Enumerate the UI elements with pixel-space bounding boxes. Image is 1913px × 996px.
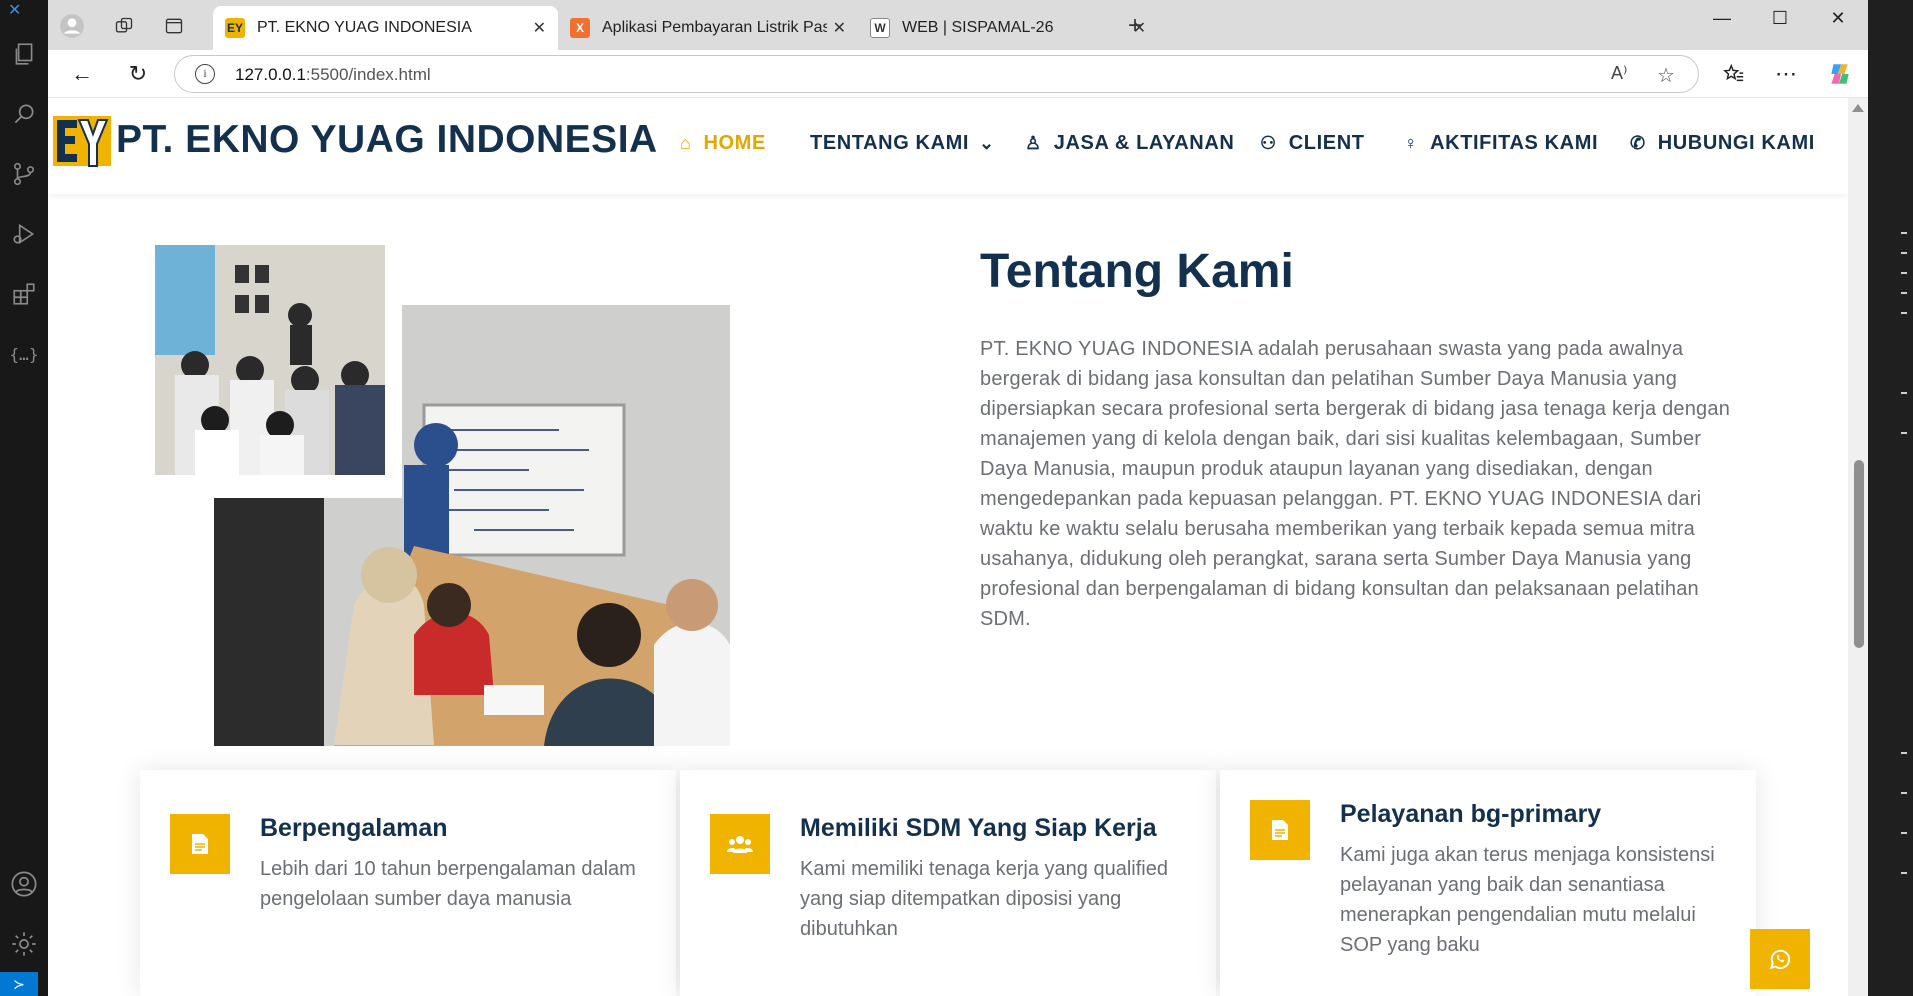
source-control-icon[interactable] xyxy=(8,158,40,190)
tab-title: WEB | SISPAMAL-26 xyxy=(902,19,1054,36)
site-info-icon[interactable]: i xyxy=(195,64,215,84)
browser-toolbar: ← ↻ i 127.0.0.1:5500/index.html A⁾ ☆ ⋯ xyxy=(48,50,1868,98)
new-tab-button[interactable]: + xyxy=(1128,12,1142,40)
more-options-icon[interactable]: ⋯ xyxy=(1770,58,1802,90)
address-bar[interactable]: i 127.0.0.1:5500/index.html A⁾ ☆ xyxy=(174,55,1699,93)
tab-favicon-icon: W xyxy=(870,18,890,38)
company-logo[interactable] xyxy=(53,112,113,170)
nav-home-label: HOME xyxy=(703,132,766,154)
site-brand-name[interactable]: PT. EKNO YUAG INDONESIA xyxy=(116,118,658,162)
settings-icon[interactable] xyxy=(8,928,40,960)
json-icon[interactable]: {…} xyxy=(8,338,40,370)
extensions-icon[interactable] xyxy=(8,278,40,310)
nav-hubungi-kami[interactable]: ✆ HUBUNGI KAMI xyxy=(1630,132,1815,155)
nav-hubungi-label: HUBUNGI KAMI xyxy=(1657,132,1815,154)
scrollbar-thumb[interactable] xyxy=(1854,460,1864,648)
award-icon: ♙ xyxy=(1025,133,1042,153)
nav-jasa-label: JASA & LAYANAN xyxy=(1053,132,1235,154)
whatsapp-button[interactable] xyxy=(1750,929,1810,989)
minimize-icon[interactable]: — xyxy=(1702,8,1742,29)
profile-icon[interactable] xyxy=(56,10,88,42)
feature-card-berpengalaman: Berpengalaman Lebih dari 10 tahun berpen… xyxy=(140,770,676,996)
nav-jasa-layanan[interactable]: ♙ JASA & LAYANAN xyxy=(1025,132,1234,155)
favorite-star-icon[interactable]: ☆ xyxy=(1657,63,1675,88)
feature-card-pelayanan: Pelayanan bg-primary Kami juga akan teru… xyxy=(1220,770,1756,996)
tab-favicon-icon: X xyxy=(570,18,590,38)
vertical-tabs-icon[interactable] xyxy=(158,10,190,42)
maximize-icon[interactable]: ☐ xyxy=(1760,8,1800,29)
workspaces-icon[interactable] xyxy=(108,10,140,42)
feature-card-sdm: Memiliki SDM Yang Siap Kerja Kami memili… xyxy=(680,770,1216,996)
nav-client-label: CLIENT xyxy=(1288,132,1365,154)
vscode-logo-icon: ✕ xyxy=(8,2,22,19)
back-icon[interactable]: ← xyxy=(66,58,98,90)
scroll-up-icon[interactable] xyxy=(1852,104,1864,112)
remote-indicator-icon[interactable]: ≻ xyxy=(0,972,38,996)
url-host: 127.0.0.1 xyxy=(235,65,306,84)
feature-text: Lebih dari 10 tahun berpengalaman dalam … xyxy=(260,858,636,910)
close-icon[interactable]: ✕ xyxy=(833,18,846,38)
feature-text: Kami memiliki tenaga kerja yang qualifie… xyxy=(800,858,1168,940)
copilot-icon[interactable] xyxy=(1824,58,1856,90)
tab-strip: EY PT. EKNO YUAG INDONESIA ✕ X Aplikasi … xyxy=(48,0,1868,50)
read-aloud-icon[interactable]: A⁾ xyxy=(1611,63,1627,84)
about-description: PT. EKNO YUAG INDONESIA adalah perusahaa… xyxy=(980,338,1731,630)
site-header: PT. EKNO YUAG INDONESIA ⌂ HOME TENTANG K… xyxy=(48,98,1848,194)
nav-aktifitas-kami[interactable]: ♀ AKTIFITAS KAMI xyxy=(1404,132,1598,155)
close-icon[interactable]: ✕ xyxy=(533,18,546,38)
close-window-icon[interactable]: ✕ xyxy=(1818,8,1858,29)
tab-sispamal[interactable]: W WEB | SISPAMAL-26 ✕ xyxy=(858,6,1158,50)
editor-minimap-strip xyxy=(1868,0,1913,996)
account-icon[interactable] xyxy=(8,868,40,900)
chevron-down-icon: ⌄ xyxy=(979,133,995,153)
web-page: PT. EKNO YUAG INDONESIA ⌂ HOME TENTANG K… xyxy=(48,98,1848,996)
nav-client[interactable]: ⚇ CLIENT xyxy=(1260,132,1365,155)
users-icon: ⚇ xyxy=(1260,133,1277,153)
page-scrollbar[interactable] xyxy=(1848,98,1868,996)
about-title: Tentang Kami xyxy=(980,245,1294,298)
editor-activity-bar: ✕ {…} ≻ xyxy=(0,0,48,996)
url-path: :5500/index.html xyxy=(305,65,431,84)
walking-icon: ♀ xyxy=(1404,133,1419,153)
tab-title: PT. EKNO YUAG INDONESIA xyxy=(257,19,472,36)
phone-icon: ✆ xyxy=(1630,133,1646,153)
feature-text: Kami juga akan terus menjaga konsistensi… xyxy=(1340,844,1715,956)
feature-title: Memiliki SDM Yang Siap Kerja xyxy=(800,814,1157,842)
tab-aplikasi-pembayaran[interactable]: X Aplikasi Pembayaran Listrik Pascab ✕ xyxy=(558,6,858,50)
nav-tentang-kami[interactable]: TENTANG KAMI ⌄ xyxy=(810,132,995,155)
feature-title: Pelayanan bg-primary xyxy=(1340,800,1602,828)
nav-aktifitas-label: AKTIFITAS KAMI xyxy=(1430,132,1599,154)
file-icon xyxy=(170,814,230,874)
tab-ekno-yuag[interactable]: EY PT. EKNO YUAG INDONESIA ✕ xyxy=(213,6,558,50)
tab-favicon-icon: EY xyxy=(225,18,245,38)
url-text: 127.0.0.1:5500/index.html xyxy=(235,65,431,85)
run-debug-icon[interactable] xyxy=(8,218,40,250)
feature-title: Berpengalaman xyxy=(260,814,448,842)
browser-window: EY PT. EKNO YUAG INDONESIA ✕ X Aplikasi … xyxy=(48,0,1868,996)
tab-title: Aplikasi Pembayaran Listrik Pascab xyxy=(602,19,827,36)
nav-tentang-label: TENTANG KAMI xyxy=(810,132,970,154)
file-icon xyxy=(1250,800,1310,860)
home-icon: ⌂ xyxy=(680,133,692,153)
favorites-icon[interactable] xyxy=(1718,58,1750,90)
nav-home[interactable]: ⌂ HOME xyxy=(680,132,766,155)
about-photo-training xyxy=(155,245,385,475)
search-icon[interactable] xyxy=(8,98,40,130)
users-icon xyxy=(710,814,770,874)
explorer-icon[interactable] xyxy=(8,38,40,70)
refresh-icon[interactable]: ↻ xyxy=(122,58,154,90)
